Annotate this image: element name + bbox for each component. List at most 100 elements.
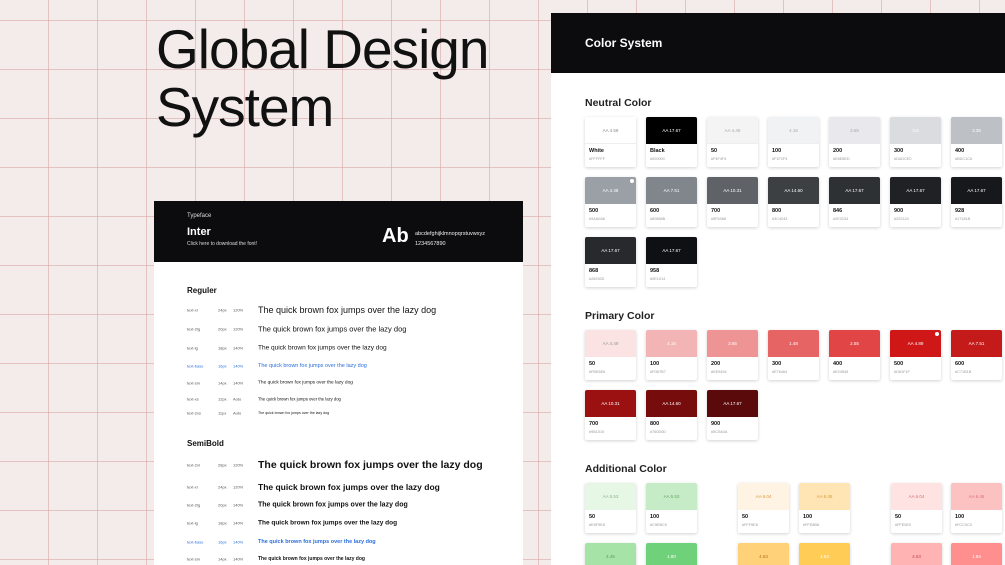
color-swatch[interactable]: AA 17.67 900 #5C0A0A	[707, 390, 758, 440]
hero-title: Global Design System	[156, 20, 546, 136]
color-chip: AA 6.45	[799, 483, 850, 510]
color-swatch[interactable]: AA 4.49 50 #FBE6E6	[585, 330, 636, 380]
color-swatch[interactable]: AA 4.59 White #FFFFFF	[585, 117, 636, 167]
type-row: text-lg 18px 140% The quick brown fox jumps…	[187, 516, 513, 530]
color-system-title: Color System	[585, 36, 663, 50]
contrast-ratio: AA 6.04	[908, 494, 925, 499]
type-size: 16px	[218, 363, 227, 369]
swatch-name: 200	[711, 361, 721, 367]
color-chip: 4.63	[891, 543, 942, 565]
contrast-ratio: AA 7.51	[968, 341, 985, 346]
color-swatch[interactable]: 1.48 300 #E76464	[768, 330, 819, 380]
swatch-name: 50	[742, 514, 749, 520]
color-chip: AA 17.67	[646, 237, 697, 264]
color-swatch[interactable]: AA 7.51 600 #80868B	[646, 177, 697, 227]
download-font-link[interactable]: Click here to download the font!	[187, 241, 257, 247]
type-token-name: text-2lg	[187, 326, 201, 332]
swatch-hex: #5F6368	[711, 217, 726, 221]
swatch-name: 928	[955, 208, 965, 214]
color-swatch[interactable]: AA 17.67 928 #17181B	[951, 177, 1002, 227]
swatch-name: 700	[711, 208, 721, 214]
contrast-ratio: AA 17.67	[906, 188, 925, 193]
color-swatch[interactable]: AA 7.51 600 #C71B1B	[951, 330, 1002, 380]
type-sample: The quick brown fox jumps over the lazy …	[258, 396, 341, 402]
color-swatch[interactable]: AA 17.67 900 #202124	[890, 177, 941, 227]
color-swatch[interactable]: AA 6.45 100 #FCC0C0	[951, 483, 1002, 533]
swatch-name: White	[589, 148, 604, 154]
contrast-ratio: 1.48	[789, 341, 798, 346]
color-swatch[interactable]: 3.35 400 #BDC1C6	[951, 117, 1002, 167]
type-row: text-2xs 11px Auto The quick brown fox jump…	[187, 406, 513, 420]
color-swatch[interactable]: AA 10.31 700 #5F6368	[707, 177, 758, 227]
swatch-hex: #80868B	[650, 217, 666, 221]
contrast-ratio: AA 17.67	[723, 401, 742, 406]
type-row: text-xs 12px Auto The quick brown fox jumps…	[187, 392, 513, 406]
type-token-name: text-2lg	[187, 502, 201, 508]
neutral-color-title: Neutral Color	[585, 97, 652, 109]
color-swatch[interactable]: AA 6.04 50 #FFE0E0	[891, 483, 942, 533]
color-swatch[interactable]: AA 6.45 100 #FFE8B8	[799, 483, 850, 533]
swatch-hex: #FFFFFF	[589, 157, 606, 161]
color-swatch[interactable]: AA 14.60 800 #3C4043	[768, 177, 819, 227]
color-swatch[interactable]: 4.63	[738, 543, 789, 565]
color-swatch[interactable]: AA 5.53 50 #E8F9E8	[585, 483, 636, 533]
swatch-name: 100	[650, 514, 660, 520]
color-swatch[interactable]: 2.55 400 #E24545	[829, 330, 880, 380]
swatch-hex: #E8F9E8	[589, 523, 605, 527]
color-swatch[interactable]: AA 17.67 868 #28292D	[585, 237, 636, 287]
color-swatch[interactable]: AA 10.31 700 #9B1010	[585, 390, 636, 440]
typeface-card: Typeface Inter Click here to download th…	[154, 201, 523, 565]
type-size: 14px	[218, 380, 227, 386]
type-token-name: text-sm	[187, 380, 201, 386]
selected-indicator	[630, 179, 634, 183]
type-row: text-2lg 20px 140% The quick brown fox jump…	[187, 498, 513, 512]
swatch-hex: #C71B1B	[955, 370, 972, 374]
typeface-name: Inter	[187, 226, 211, 238]
contrast-ratio: 4.63	[759, 554, 768, 559]
swatch-name: 300	[772, 361, 782, 367]
contrast-ratio: AA 14.60	[784, 188, 803, 193]
type-line-height: 120%	[233, 326, 244, 332]
color-swatch[interactable]: AA 4.48 500 #9AA0A6	[585, 177, 636, 227]
type-sample: The quick brown fox jumps over the lazy …	[258, 305, 437, 315]
typeface-header: Typeface Inter Click here to download th…	[154, 201, 523, 262]
swatch-name: 958	[650, 268, 660, 274]
color-swatch[interactable]: 3.65 200 #E8E8ED	[829, 117, 880, 167]
contrast-ratio: AA 6.45	[816, 494, 833, 499]
swatch-name: 500	[894, 361, 904, 367]
color-swatch[interactable]: 4.45	[585, 543, 636, 565]
color-swatch[interactable]: 4.63	[891, 543, 942, 565]
color-swatch[interactable]: AA 17.67 846 #2E3134	[829, 177, 880, 227]
type-size: 16px	[218, 539, 227, 545]
color-swatch[interactable]: 1.80	[646, 543, 697, 565]
typeface-alphabet: abcdefghijklmnopqrstuvwxyz	[415, 231, 486, 237]
color-chip: 3.65	[707, 330, 758, 357]
type-size: 28px	[218, 462, 227, 468]
swatch-hex: #FBE6E6	[589, 370, 606, 374]
color-swatch[interactable]: 1.84	[799, 543, 850, 565]
contrast-ratio: AA 10.31	[601, 401, 620, 406]
swatch-hex: #2E3134	[833, 217, 849, 221]
color-swatch[interactable]: AA 5.53 100 #C9EBC9	[646, 483, 697, 533]
contrast-ratio: AA 4.48	[602, 188, 619, 193]
color-swatch[interactable]: 4.16 100 #F0B7B7	[646, 330, 697, 380]
additional-color-title: Additional Color	[585, 463, 667, 475]
type-sample: The quick brown fox jumps over the lazy …	[258, 324, 407, 334]
type-row: text-sm 14px 140% The quick brown fox jumps…	[187, 552, 513, 565]
contrast-ratio: AA 4.49	[602, 341, 619, 346]
color-swatch[interactable]: 1.84	[951, 543, 1002, 565]
color-swatch[interactable]: AA 6.04 50 #FFF6E8	[738, 483, 789, 533]
color-chip: 4.63	[738, 543, 789, 565]
color-swatch[interactable]: 4.16 100 #F1F2F4	[768, 117, 819, 167]
color-swatch[interactable]: 3.65 200 #EE9494	[707, 330, 758, 380]
swatch-hex: #FFE8B8	[803, 523, 820, 527]
contrast-ratio: 4.45	[606, 554, 615, 559]
color-swatch[interactable]: AA 4.49 50 #F4F4F4	[707, 117, 758, 167]
color-chip: 1.84	[951, 543, 1002, 565]
color-swatch[interactable]: AA 17.67 Black #000000	[646, 117, 697, 167]
color-swatch[interactable]: 3.6 300 #DADCE0	[890, 117, 941, 167]
color-swatch[interactable]: AA 4.89 500 #D81F1F	[890, 330, 941, 380]
color-swatch[interactable]: AA 17.67 958 #0E1014	[646, 237, 697, 287]
color-swatch[interactable]: AA 14.60 800 #760D0D	[646, 390, 697, 440]
contrast-ratio: AA 17.67	[662, 128, 681, 133]
